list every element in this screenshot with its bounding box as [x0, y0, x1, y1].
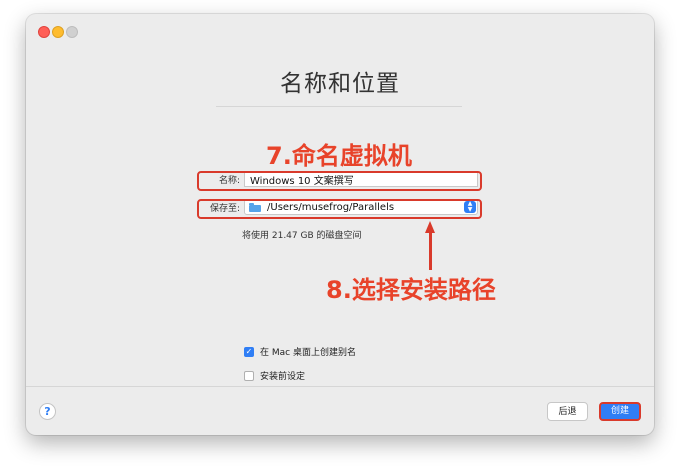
annotation-arrow	[429, 232, 432, 270]
option-desktop-alias[interactable]: ✓ 在 Mac 桌面上创建别名	[244, 345, 356, 358]
footer-divider	[26, 386, 654, 387]
option-desktop-alias-label: 在 Mac 桌面上创建别名	[260, 348, 356, 358]
annotation-step-8: 8.选择安装路径	[326, 276, 496, 304]
checkmark-icon[interactable]: ✓	[244, 346, 254, 357]
minimize-window-button[interactable]	[52, 26, 64, 38]
annotation-step-7: 7.命名虚拟机	[266, 142, 412, 170]
checkbox-empty[interactable]	[244, 370, 254, 381]
highlight-box-save	[197, 199, 482, 219]
title-divider	[216, 106, 462, 107]
setup-window: 名称和位置 7.命名虚拟机 名称: 保存至: /Users/musefrog/P…	[26, 14, 654, 435]
option-customize-label: 安装前设定	[260, 372, 306, 382]
zoom-window-button[interactable]	[66, 26, 78, 38]
help-button[interactable]: ?	[39, 403, 56, 420]
back-button[interactable]: 后退	[547, 402, 588, 421]
create-button[interactable]: 创建	[599, 402, 641, 421]
disk-usage-note: 将使用 21.47 GB 的磁盘空间	[242, 231, 362, 241]
option-customize-before-install[interactable]: 安装前设定	[244, 369, 305, 382]
page-title: 名称和位置	[280, 71, 400, 97]
highlight-box-name	[197, 171, 482, 191]
close-window-button[interactable]	[38, 26, 50, 38]
